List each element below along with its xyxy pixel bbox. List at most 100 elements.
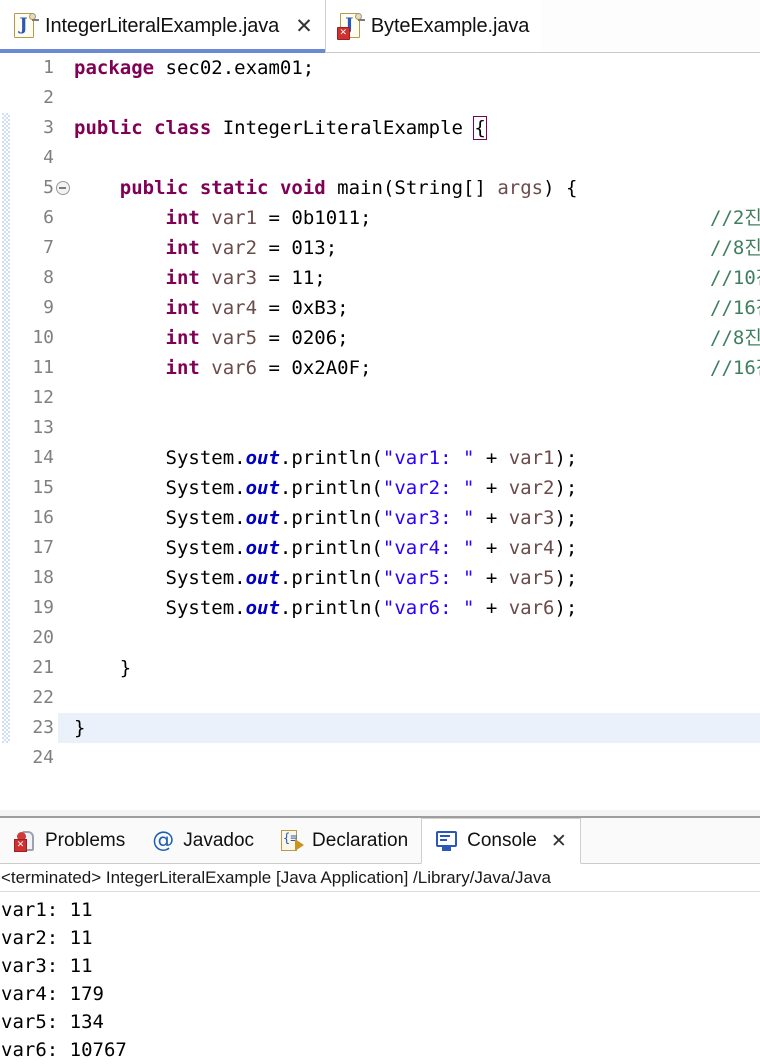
declaration-icon: {≡ [280, 829, 305, 853]
code-line[interactable]: } [74, 653, 760, 683]
code-token: 11 [291, 267, 315, 289]
code-line[interactable]: public static void main(String[] args) { [74, 173, 760, 203]
console-icon [435, 829, 459, 853]
code-token: .println( [279, 537, 383, 559]
line-number[interactable]: 6 [10, 203, 56, 233]
tab-declaration[interactable]: {≡ Declaration [267, 818, 421, 863]
editor-tab-integerliteralexample[interactable]: J IntegerLiteralExample.java ✕ [0, 0, 326, 53]
line-number[interactable]: 11 [10, 353, 56, 383]
code-line[interactable] [74, 683, 760, 713]
line-number-gutter[interactable]: 1 2 3 4 5 6 7 8 9 10 11 12 13 14 15 16 17 18 19 20 21 22 23 24 [10, 53, 70, 809]
line-number[interactable]: 19 [10, 593, 56, 623]
code-token: out [245, 447, 280, 469]
console-output-line: var6: 10767 [1, 1039, 127, 1061]
code-line[interactable] [74, 143, 760, 173]
error-badge-icon: ✕ [336, 27, 350, 40]
code-line[interactable]: System.out.println("var5: " + var5); [74, 563, 760, 593]
code-token: class [154, 117, 212, 139]
code-line[interactable]: int var3 = 11; //10진수 [74, 263, 760, 293]
code-token: System. [74, 537, 246, 559]
line-number[interactable]: 22 [10, 683, 56, 713]
code-line[interactable]: int var6 = 0x2A0F; //16진수 [74, 353, 760, 383]
code-line[interactable] [74, 383, 760, 413]
close-icon[interactable]: ✕ [295, 15, 313, 37]
code-token: + [474, 507, 509, 529]
java-file-error-icon: J ✕ [336, 13, 365, 40]
code-line[interactable]: public class IntegerLiteralExample { [74, 113, 760, 143]
code-line[interactable]: package sec02.exam01; [74, 53, 760, 83]
code-token: var6 [211, 357, 258, 379]
line-number[interactable]: 12 [10, 383, 56, 413]
code-editor[interactable]: 1 2 3 4 5 6 7 8 9 10 11 12 13 14 15 16 17 18 19 20 21 22 23 24 … [0, 53, 760, 809]
code-token: + [474, 597, 509, 619]
code-line[interactable] [74, 743, 760, 773]
code-token: ; [337, 297, 349, 319]
view-tab-bar: ✕ Problems @ Javadoc {≡ Declaration Cons… [0, 818, 760, 864]
code-token: var6 [508, 597, 555, 619]
code-token: "var3: " [382, 507, 475, 529]
line-number[interactable]: 18 [10, 563, 56, 593]
line-number[interactable]: 2 [10, 83, 56, 113]
code-token: "var5: " [382, 567, 475, 589]
panel-splitter[interactable] [0, 809, 760, 818]
line-number[interactable]: 1 [10, 53, 56, 83]
line-number[interactable]: 10 [10, 323, 56, 353]
code-token: void [279, 177, 326, 199]
line-number[interactable]: 23 [10, 713, 56, 743]
code-line[interactable]: System.out.println("var3: " + var3); [74, 503, 760, 533]
code-token: ); [554, 447, 578, 469]
line-number[interactable]: 24 [10, 743, 56, 773]
java-file-icon: J [14, 13, 39, 39]
line-number[interactable]: 20 [10, 623, 56, 653]
code-token: package [74, 57, 155, 79]
code-line[interactable]: int var1 = 0b1011; //2진수 [74, 203, 760, 233]
code-line[interactable]: int var5 = 0206; //8진수 [74, 323, 760, 353]
code-line[interactable]: int var4 = 0xB3; //16진수 [74, 293, 760, 323]
line-number[interactable]: 7 [10, 233, 56, 263]
line-number[interactable]: 13 [10, 413, 56, 443]
code-token: .println( [279, 597, 383, 619]
line-number[interactable]: 21 [10, 653, 56, 683]
line-number[interactable]: 8 [10, 263, 56, 293]
code-line[interactable] [74, 413, 760, 443]
code-token: ); [554, 567, 578, 589]
code-text-area[interactable]: package sec02.exam01; public class Intege… [58, 53, 760, 809]
code-token: = [257, 267, 292, 289]
console-output-line: var5: 134 [1, 1011, 104, 1033]
code-line[interactable] [74, 623, 760, 653]
tab-problems[interactable]: ✕ Problems [0, 818, 138, 863]
code-token: ; [360, 207, 372, 229]
code-line[interactable]: System.out.println("var2: " + var2); [74, 473, 760, 503]
code-comment: //8진수 [710, 327, 760, 349]
code-line[interactable]: } [58, 713, 760, 743]
code-token: "var1: " [382, 447, 475, 469]
line-number[interactable]: 14 [10, 443, 56, 473]
tab-console[interactable]: Console ✕ [421, 818, 581, 864]
tab-javadoc[interactable]: @ Javadoc [138, 818, 267, 863]
line-number[interactable]: 3 [10, 113, 56, 143]
code-line[interactable] [74, 83, 760, 113]
code-token: + [474, 477, 509, 499]
line-number[interactable]: 15 [10, 473, 56, 503]
code-token: int [165, 357, 200, 379]
line-number[interactable]: 4 [10, 143, 56, 173]
code-line[interactable]: System.out.println("var6: " + var6); [74, 593, 760, 623]
editor-tab-byteexample[interactable]: J ✕ ByteExample.java [325, 0, 542, 52]
code-line[interactable]: System.out.println("var1: " + var1); [74, 443, 760, 473]
change-ruler [0, 53, 10, 809]
line-number[interactable]: 16 [10, 503, 56, 533]
line-number[interactable]: 5 [10, 173, 70, 203]
code-token: "var2: " [382, 477, 475, 499]
code-line[interactable]: int var2 = 013; //8진수 [74, 233, 760, 263]
code-token: = [257, 297, 292, 319]
console-output[interactable]: var1: 11 var2: 11 var3: 11 var4: 179 var5: 1… [0, 892, 760, 1064]
code-token: ; [360, 357, 372, 379]
line-number[interactable]: 9 [10, 293, 56, 323]
code-line[interactable]: System.out.println("var4: " + var4); [74, 533, 760, 563]
line-number[interactable]: 17 [10, 533, 56, 563]
console-output-line: var4: 179 [1, 983, 104, 1005]
close-icon[interactable]: ✕ [551, 830, 567, 852]
